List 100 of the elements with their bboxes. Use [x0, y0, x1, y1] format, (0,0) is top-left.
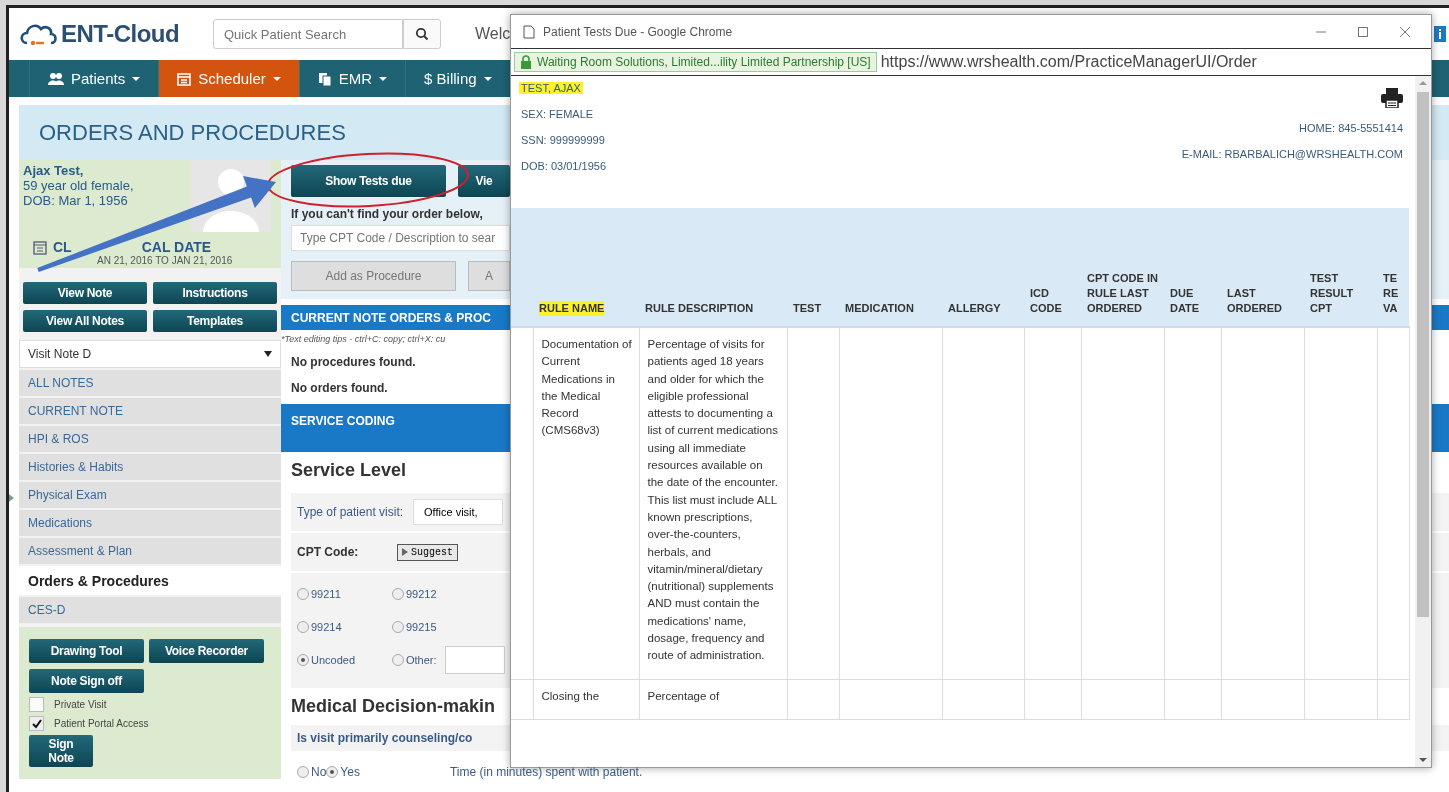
note-button[interactable]: View All Notes: [23, 310, 147, 332]
hint-text: If you can't find your order below,: [291, 207, 484, 221]
search-button[interactable]: [403, 19, 441, 49]
radio-label: 99215: [406, 620, 437, 633]
maximize-icon[interactable]: [1357, 25, 1369, 38]
tips-text: *Text editing tips - ctrl+C: copy; ctrl+X: cu: [281, 334, 446, 345]
orders-button[interactable]: Show Tests due: [291, 165, 446, 197]
clinical-date-range: AN 21, 2016 TO JAN 21, 2016: [97, 255, 233, 267]
note-button[interactable]: View Note: [23, 282, 147, 304]
section-item[interactable]: CURRENT NOTE: [19, 398, 281, 424]
contact-detail: HOME: 845-5551414: [1299, 122, 1403, 134]
tool-button[interactable]: Drawing Tool: [29, 639, 144, 663]
info-icon[interactable]: [1434, 26, 1446, 42]
scroll-down-icon[interactable]: [1419, 757, 1427, 763]
document-icon: [317, 71, 332, 86]
suggest-button[interactable]: Suggest: [397, 543, 458, 561]
time-label: Time (in minutes) spent with patient.: [449, 765, 643, 779]
lock-icon: [520, 55, 532, 69]
table-cell: Percentage of: [647, 689, 720, 702]
radio-button[interactable]: [392, 653, 404, 666]
logo-text: ENT-Cloud: [61, 20, 180, 48]
page-icon: [523, 24, 535, 39]
note-button[interactable]: Instructions: [153, 282, 277, 304]
section-item[interactable]: Histories & Habits: [19, 454, 281, 480]
radio-button[interactable]: [297, 653, 309, 666]
patient-detail: TEST, AJAX: [519, 82, 583, 94]
field-label: CPT Code:: [297, 545, 360, 559]
window-title: Patient Tests Due - Google Chrome: [543, 24, 733, 39]
visit-type-select[interactable]: Office visit,: [413, 499, 504, 525]
section-item[interactable]: Physical Exam: [19, 482, 281, 508]
cpt-search-field[interactable]: Type CPT Code / Description to sear: [291, 225, 510, 251]
empty-message: No orders found.: [291, 380, 388, 397]
patient-detail: SSN: 999999999: [520, 134, 606, 146]
section-title: Medical Decision-makin: [291, 696, 496, 717]
radio-label: 99212: [406, 587, 437, 600]
close-icon[interactable]: [1399, 25, 1411, 38]
checkbox-label: Private Visit: [54, 699, 107, 710]
section-item[interactable]: Orders & Procedures: [19, 566, 281, 595]
clinical-date-label: CAL DATE: [141, 239, 212, 255]
radio-button[interactable]: [326, 766, 339, 778]
note-button[interactable]: Templates: [153, 310, 277, 332]
caret-icon: [132, 75, 141, 82]
note-select[interactable]: Visit Note D: [19, 340, 281, 368]
calendar-icon: [177, 71, 192, 86]
url-field[interactable]: https://www.wrshealth.com/PracticeManagerUI/Order: [880, 53, 1257, 71]
scroll-up-icon[interactable]: [1419, 80, 1427, 86]
search-field[interactable]: Quick Patient Search: [213, 19, 403, 49]
section-item[interactable]: HPI & ROS: [19, 426, 281, 452]
radio-label: 99214: [311, 620, 342, 633]
radio-button[interactable]: [297, 766, 309, 778]
radio-label: No: [311, 765, 327, 779]
menu-tab[interactable]: EMR: [298, 60, 406, 97]
security-badge[interactable]: Waiting Room Solutions, Limited...ility Limited Partnership [US]: [514, 52, 877, 72]
radio-button[interactable]: [392, 620, 404, 633]
column-header: RULE NAME: [539, 301, 605, 316]
patient-name: Ajax Test,: [23, 163, 85, 178]
radio-label: Yes: [340, 765, 360, 779]
section-title: Service Level: [291, 460, 407, 481]
section-item[interactable]: Assessment & Plan: [19, 538, 281, 564]
checkbox[interactable]: [29, 697, 44, 712]
section-item[interactable]: CES-D: [19, 597, 281, 623]
radio-button[interactable]: [392, 587, 404, 600]
search-icon: [415, 27, 429, 41]
cloud-logo-icon: [19, 21, 59, 47]
field-label: Type of patient visit:: [297, 505, 404, 519]
menu-tab[interactable]: $ Billing: [405, 60, 510, 97]
other-code-field[interactable]: [444, 645, 505, 674]
radio-label: Other:: [406, 653, 437, 666]
caret-icon: [264, 351, 272, 357]
caret-icon: [379, 75, 388, 82]
sign-note-button[interactable]: Sign Note: [29, 735, 93, 767]
radio-button[interactable]: [297, 587, 309, 600]
radio-label: 99211: [311, 587, 341, 600]
patient-dob: DOB: Mar 1, 1956: [23, 193, 129, 208]
printer-icon[interactable]: [1381, 88, 1403, 108]
menu-tab[interactable]: Scheduler: [158, 60, 299, 97]
empty-message: No procedures found.: [291, 354, 416, 371]
tool-button[interactable]: Voice Recorder: [149, 639, 264, 663]
clinical-date-label: CL: [53, 239, 72, 255]
contact-detail: E-MAIL: RBARBALICH@WRSHEALTH.COM: [1181, 148, 1403, 160]
section-item[interactable]: ALL NOTES: [19, 370, 281, 396]
tool-button[interactable]: Note Sign off: [29, 669, 144, 693]
calendar-icon: [33, 239, 47, 255]
checkbox[interactable]: [29, 716, 44, 731]
checkbox-label: Patient Portal Access: [54, 718, 149, 729]
radio-button[interactable]: [297, 620, 309, 633]
radio-label: Uncoded: [311, 653, 356, 666]
orders-button[interactable]: Vie: [458, 165, 510, 197]
page-title: ORDERS AND PROCEDURES: [39, 119, 346, 146]
caret-icon: [272, 75, 281, 82]
patient-detail: SEX: FEMALE: [520, 108, 595, 120]
people-icon: [48, 71, 64, 86]
play-icon: [402, 548, 408, 556]
welcome-text: Welc: [475, 25, 511, 43]
caret-icon: [483, 75, 492, 82]
patient-detail: DOB: 03/01/1956: [520, 160, 607, 172]
table-cell: Closing the: [541, 689, 600, 702]
patient-age: 59 year old female,: [23, 178, 135, 193]
section-item[interactable]: Medications: [19, 510, 281, 536]
scrollbar[interactable]: [1415, 76, 1431, 767]
